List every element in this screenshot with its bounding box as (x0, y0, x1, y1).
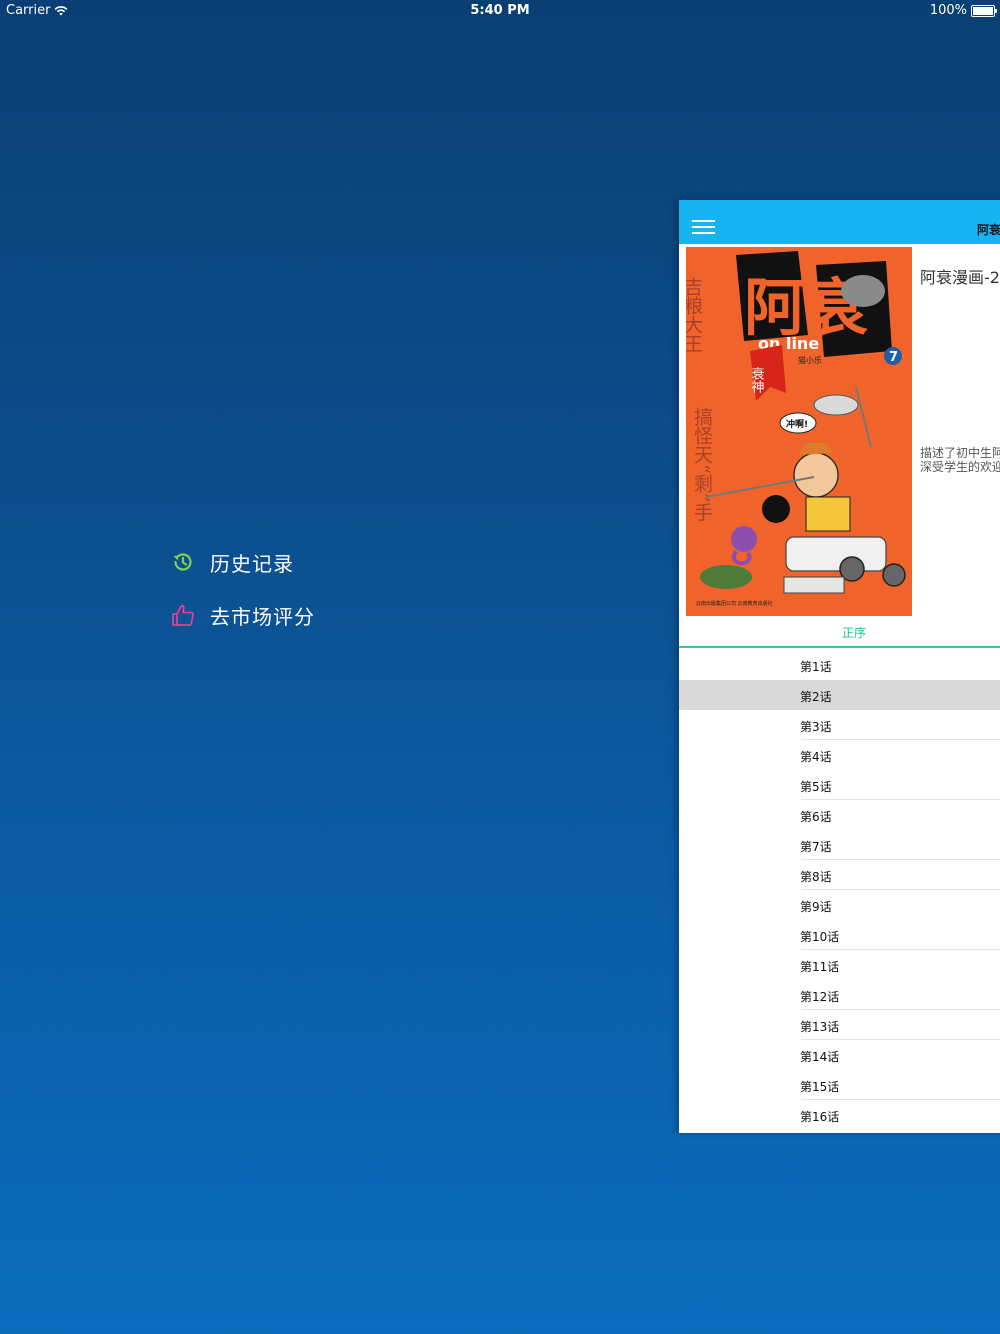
chapter-row[interactable]: 第14话 (679, 1040, 1000, 1070)
status-time: 5:40 PM (470, 3, 530, 18)
chapter-row[interactable]: 第5话 (679, 770, 1000, 800)
thumbs-up-icon (170, 602, 196, 628)
chapter-label: 第15话 (800, 1080, 840, 1094)
battery-icon (971, 4, 997, 17)
nav-title: 阿衰 (977, 223, 1000, 237)
chapter-label: 第16话 (800, 1110, 840, 1124)
chapter-label: 第7话 (800, 840, 832, 854)
chapter-row[interactable]: 第16话 (679, 1100, 1000, 1130)
chapter-row[interactable]: 第12话 (679, 980, 1000, 1010)
cover-banner-text: 衰神 (749, 366, 765, 393)
cover-publisher-text: 云南出版集团公司 云南教育出版社 (696, 600, 773, 607)
comic-title: 阿衰漫画-2 (920, 268, 1000, 287)
chapter-label: 第3话 (800, 720, 832, 734)
content-panel: 阿衰 阿衰 吉粮大王 搞怪天“剩”手 on line 猫小乐 7 衰神 冲啊! … (679, 200, 1000, 1133)
chapter-label: 第2话 (800, 690, 832, 704)
menu-label-rate: 去市场评分 (210, 604, 315, 629)
menu-item-rate[interactable]: 去市场评分 (170, 598, 315, 632)
chapter-row[interactable]: 第9话 (679, 890, 1000, 920)
chapter-row[interactable]: 第4话 (679, 740, 1000, 770)
chapter-row[interactable]: 第6话 (679, 800, 1000, 830)
chapter-row[interactable]: 第13话 (679, 1010, 1000, 1040)
chapter-label: 第5话 (800, 780, 832, 794)
chapter-label: 第9话 (800, 900, 832, 914)
chapter-label: 第10话 (800, 930, 840, 944)
nav-bar: 阿衰 (679, 200, 1000, 244)
menu-item-history[interactable]: 历史记录 (170, 545, 315, 579)
chapter-label: 第6话 (800, 810, 832, 824)
hamburger-menu-icon[interactable] (692, 220, 715, 234)
cover-author-text: 猫小乐 (798, 355, 822, 365)
chapter-row[interactable]: 第8话 (679, 860, 1000, 890)
comic-description-line: 深受学生的欢迎 (920, 460, 1000, 474)
cover-volume-text: 7 (889, 350, 898, 365)
status-right: 100% (929, 3, 997, 18)
chapter-label: 第1话 (800, 660, 832, 674)
cover-side-text-right: 搞怪天“剩”手 (691, 407, 713, 522)
chapter-row[interactable]: 第10话 (679, 920, 1000, 950)
chapter-label: 第12话 (800, 990, 840, 1004)
chapter-label: 第8话 (800, 870, 832, 884)
chapter-row[interactable]: 第1话 (679, 650, 1000, 680)
sort-order-label: 正序 (842, 626, 867, 640)
chapter-label: 第11话 (800, 960, 840, 974)
side-menu: 历史记录 去市场评分 (170, 545, 315, 651)
comic-cover-image[interactable]: 阿衰 吉粮大王 搞怪天“剩”手 on line 猫小乐 7 衰神 冲啊! 云南出… (686, 247, 912, 616)
chapter-row[interactable]: 第7话 (679, 830, 1000, 860)
chapter-row[interactable]: 第11话 (679, 950, 1000, 980)
status-bar: Carrier 5:40 PM 100% (0, 0, 1000, 22)
comic-description-line: 描述了初中生阿 (920, 446, 1000, 460)
history-icon (170, 549, 196, 575)
chapter-list: 第1话 第2话 第3话 第4话 第5话 第6话 第7话 第8话 第9话 第10话… (679, 650, 1000, 1130)
chapter-label: 第14话 (800, 1050, 840, 1064)
chapter-row[interactable]: 第15话 (679, 1070, 1000, 1100)
chapter-row[interactable]: 第2话 (679, 680, 1000, 710)
cover-side-text-left: 吉粮大王 (686, 277, 703, 353)
chapter-label: 第13话 (800, 1020, 840, 1034)
comic-description: 描述了初中生阿 深受学生的欢迎 (920, 446, 1000, 474)
chapter-row[interactable]: 第3话 (679, 710, 1000, 740)
chapter-label: 第4话 (800, 750, 832, 764)
battery-percent: 100% (929, 3, 967, 18)
menu-label-history: 历史记录 (210, 551, 294, 576)
cover-bubble-text: 冲啊! (786, 418, 808, 430)
sort-tab[interactable]: 正序 (679, 618, 1000, 648)
